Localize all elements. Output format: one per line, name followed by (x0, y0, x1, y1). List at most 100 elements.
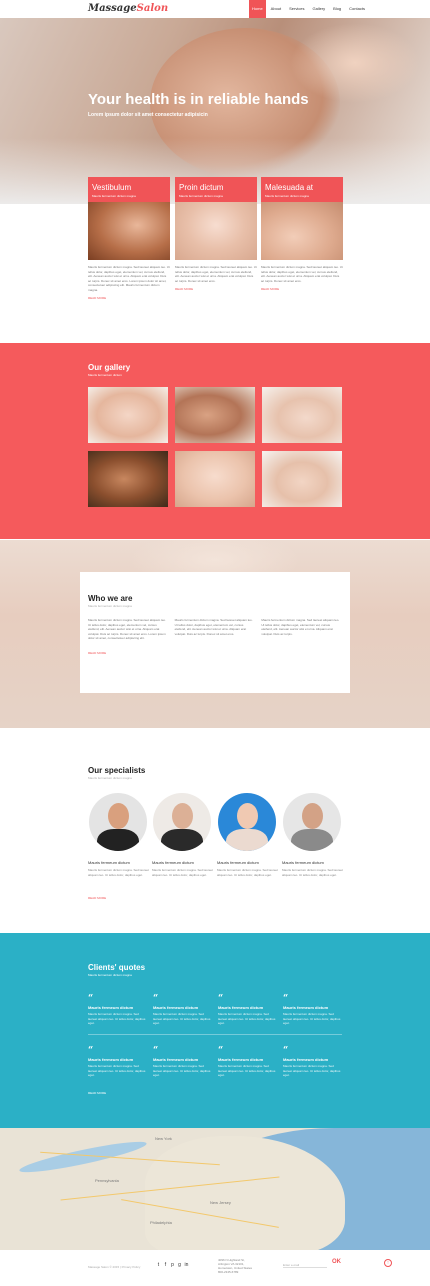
quote-text: Mauris fermentum dictum magna. Sed laore… (153, 1012, 211, 1025)
read-more-link[interactable]: READ MORE (175, 287, 257, 291)
gallery-thumbnail[interactable] (262, 387, 342, 443)
nav-gallery[interactable]: Gallery (309, 0, 328, 18)
card-image[interactable] (88, 202, 170, 260)
twitter-icon[interactable]: t (156, 1263, 161, 1268)
who-column-text: Mauris fermentum dictum magna. Sed laore… (88, 618, 166, 640)
avatar[interactable] (89, 793, 147, 851)
specialist-text: Mauris fermentum dictum magna. Sed laore… (88, 868, 149, 877)
map-label: New Jersey (210, 1200, 231, 1205)
quote-author: Mauris fermeum dictum (218, 1005, 264, 1010)
hero-title: Your health is in reliable hands (88, 91, 309, 108)
card-text: Mauris fermentum dictum magna. Sed laore… (175, 265, 257, 283)
specialist-name: Mauris fermeum dictum (152, 860, 194, 865)
quote-mark-icon: “ (153, 994, 159, 1004)
card-header: Proin dictum Mauris fermentum dictum mag… (175, 177, 257, 202)
avatar[interactable] (153, 793, 211, 851)
quote-item: “Mauris fermeum dictum Mauris fermentum d… (88, 1047, 146, 1078)
newsletter-email-input[interactable]: Enter e-mail (283, 1260, 327, 1268)
service-card: Malesuada at Mauris fermentum dictum mag… (261, 177, 343, 291)
nav-home[interactable]: Home (249, 0, 266, 18)
map-section[interactable]: New York Pennsylvania New Jersey Philade… (0, 1128, 430, 1250)
card-subtitle: Mauris fermentum dictum magna (179, 194, 223, 198)
subscribe-button[interactable]: OK (332, 1259, 341, 1265)
who-column-text: Mauris fermentum dictum magna. Sed laore… (174, 618, 253, 636)
who-column-text: Mauris fermentum dictum magna. Sed laore… (261, 618, 340, 636)
card-subtitle: Mauris fermentum dictum magna (265, 194, 309, 198)
avatar-body-shape (97, 829, 139, 851)
gallery-thumbnail[interactable] (175, 387, 255, 443)
map-label: New York (155, 1136, 172, 1141)
pinterest-icon[interactable]: p (170, 1263, 175, 1268)
card-image[interactable] (261, 202, 343, 260)
nav-services[interactable]: Services (286, 0, 307, 18)
avatar[interactable] (218, 793, 276, 851)
copyright-text: Massage Salon © 2015 | Privacy Policy (88, 1265, 141, 1269)
quote-author: Mauris fermeum dictum (283, 1005, 329, 1010)
scroll-to-top-icon[interactable]: ↑ (384, 1259, 392, 1267)
quote-item: “Mauris fermeum dictum Mauris fermentum d… (283, 995, 341, 1026)
divider (88, 1034, 342, 1035)
avatar-head-shape (237, 803, 258, 829)
avatar[interactable] (283, 793, 341, 851)
quote-author: Mauris fermeum dictum (88, 1057, 134, 1062)
specialist-card: Mauris fermeum dictum Mauris fermentum d… (152, 793, 216, 877)
read-more-link[interactable]: READ MORE (88, 1091, 106, 1095)
gallery-thumbnail[interactable] (262, 451, 342, 507)
nav-about[interactable]: About (268, 0, 284, 18)
who-title: Who we are (88, 594, 133, 603)
linkedin-icon[interactable]: in (184, 1263, 189, 1268)
gallery-thumbnail[interactable] (88, 387, 168, 443)
quote-item: “Mauris fermeum dictum Mauris fermentum d… (153, 995, 211, 1026)
specialist-name: Mauris fermeum dictum (217, 860, 259, 865)
google-plus-icon[interactable]: g (177, 1263, 182, 1268)
hero-image-hands (290, 23, 420, 103)
read-more-link[interactable]: READ MORE (88, 296, 170, 300)
avatar-head-shape (108, 803, 129, 829)
quote-mark-icon: “ (218, 1046, 224, 1056)
read-more-link[interactable]: READ MORE (88, 896, 106, 900)
quote-text: Mauris fermentum dictum magna. Sed laore… (218, 1064, 276, 1077)
quote-author: Mauris fermeum dictum (283, 1057, 329, 1062)
quote-author: Mauris fermeum dictum (218, 1057, 264, 1062)
specialists-subtitle: Mauris fermentum dictum magna (88, 776, 132, 780)
site-footer: Massage Salon © 2015 | Privacy Policy t … (0, 1250, 430, 1286)
specialist-card: Mauris fermeum dictum Mauris fermentum d… (217, 793, 281, 877)
services-section: Vestibulum Mauris fermentum dictum magna… (0, 177, 430, 343)
avatar-head-shape (302, 803, 323, 829)
service-card: Proin dictum Mauris fermentum dictum mag… (175, 177, 257, 291)
who-subtitle: Mauris fermentum dictum magna (88, 604, 132, 608)
quote-text: Mauris fermentum dictum magna. Sed laore… (88, 1064, 146, 1077)
quote-mark-icon: “ (153, 1046, 159, 1056)
specialist-card: Mauris fermeum dictum Mauris fermentum d… (88, 793, 152, 877)
address: 4096 N Highland St, Arlington VA 32101, … (218, 1258, 252, 1274)
quote-author: Mauris fermeum dictum (88, 1005, 134, 1010)
quote-mark-icon: “ (283, 1046, 289, 1056)
main-nav: Home About Services Gallery Blog Contact… (249, 0, 370, 18)
specialist-text: Mauris fermentum dictum magna. Sed laore… (152, 868, 213, 877)
quotes-subtitle: Mauris fermentum dictum magna (88, 973, 132, 977)
logo-text-part1: Massage (88, 3, 137, 14)
specialist-text: Mauris fermentum dictum magna. Sed laore… (217, 868, 278, 877)
hero-subtitle: Lorem ipsum dolor sit amet consectetur a… (88, 112, 208, 118)
quote-author: Mauris fermeum dictum (153, 1005, 199, 1010)
card-text: Mauris fermentum dictum magna. Sed laore… (88, 265, 170, 292)
gallery-thumbnail[interactable] (88, 451, 168, 507)
nav-contacts[interactable]: Contacts (346, 0, 368, 18)
service-card: Vestibulum Mauris fermentum dictum magna… (88, 177, 170, 300)
quote-text: Mauris fermentum dictum magna. Sed laore… (283, 1064, 341, 1077)
nav-blog[interactable]: Blog (330, 0, 344, 18)
quote-mark-icon: “ (88, 994, 94, 1004)
site-header: MassageSalon Home About Services Gallery… (0, 0, 430, 18)
quote-item: “Mauris fermeum dictum Mauris fermentum d… (88, 995, 146, 1026)
quotes-title: Clients' quotes (88, 963, 146, 972)
gallery-title: Our gallery (88, 363, 131, 372)
map-label: Philadelphia (150, 1220, 172, 1225)
gallery-thumbnail[interactable] (175, 451, 255, 507)
logo[interactable]: MassageSalon (88, 3, 168, 14)
card-image[interactable] (175, 202, 257, 260)
read-more-link[interactable]: READ MORE (261, 287, 343, 291)
facebook-icon[interactable]: f (163, 1263, 168, 1268)
read-more-link[interactable]: READ MORE (88, 651, 342, 655)
specialists-section: Our specialists Mauris fermentum dictum … (0, 728, 430, 933)
quote-text: Mauris fermentum dictum magna. Sed laore… (153, 1064, 211, 1077)
